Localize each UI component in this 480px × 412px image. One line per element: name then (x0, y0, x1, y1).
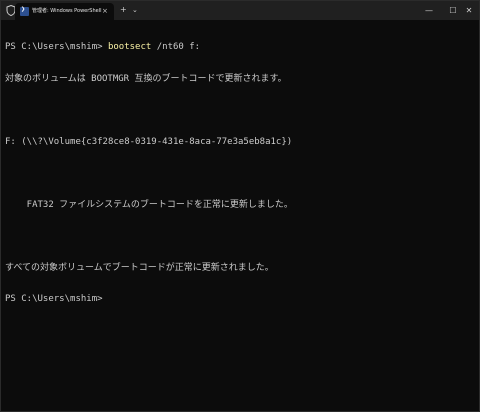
terminal-line: すべての対象ボリュームでブートコードが正常に更新されました。 (5, 262, 274, 273)
close-button[interactable]: ✕ (457, 1, 480, 20)
tab-powershell[interactable]: ❯ 管理者: Windows PowerShell × (15, 3, 114, 20)
new-tab-button[interactable]: + (120, 4, 127, 16)
terminal-line: PS C:\Users\mshim> (5, 294, 103, 304)
tab-close-button[interactable]: × (102, 6, 108, 16)
terminal-line: FAT32 ファイルシステムのブートコードを正常に更新しました。 (5, 199, 293, 210)
title-bar: ❯ 管理者: Windows PowerShell × + ⌄ — ☐ ✕ (1, 1, 479, 20)
terminal-window: ❯ 管理者: Windows PowerShell × + ⌄ — ☐ ✕ PS… (0, 0, 480, 412)
prompt: PS C:\Users\mshim> (5, 42, 108, 52)
terminal-line: PS C:\Users\mshim> bootsect /nt60 f: (5, 42, 475, 53)
terminal-output[interactable]: PS C:\Users\mshim> bootsect /nt60 f: 対象の… (5, 21, 475, 326)
command-name: bootsect (107, 42, 152, 52)
tab-title: 管理者: Windows PowerShell (32, 8, 102, 14)
command-args: /nt60 f: (151, 42, 201, 52)
tab-dropdown-button[interactable]: ⌄ (132, 4, 138, 16)
terminal-line: 対象のボリュームは BOOTMGR 互換のブートコードで更新されます。 (5, 73, 287, 84)
minimize-button[interactable]: — (417, 1, 441, 20)
powershell-icon: ❯ (20, 5, 29, 16)
terminal-line: F: (\\?\Volume{c3f28ce8-0319-431e-8aca-7… (5, 136, 293, 147)
